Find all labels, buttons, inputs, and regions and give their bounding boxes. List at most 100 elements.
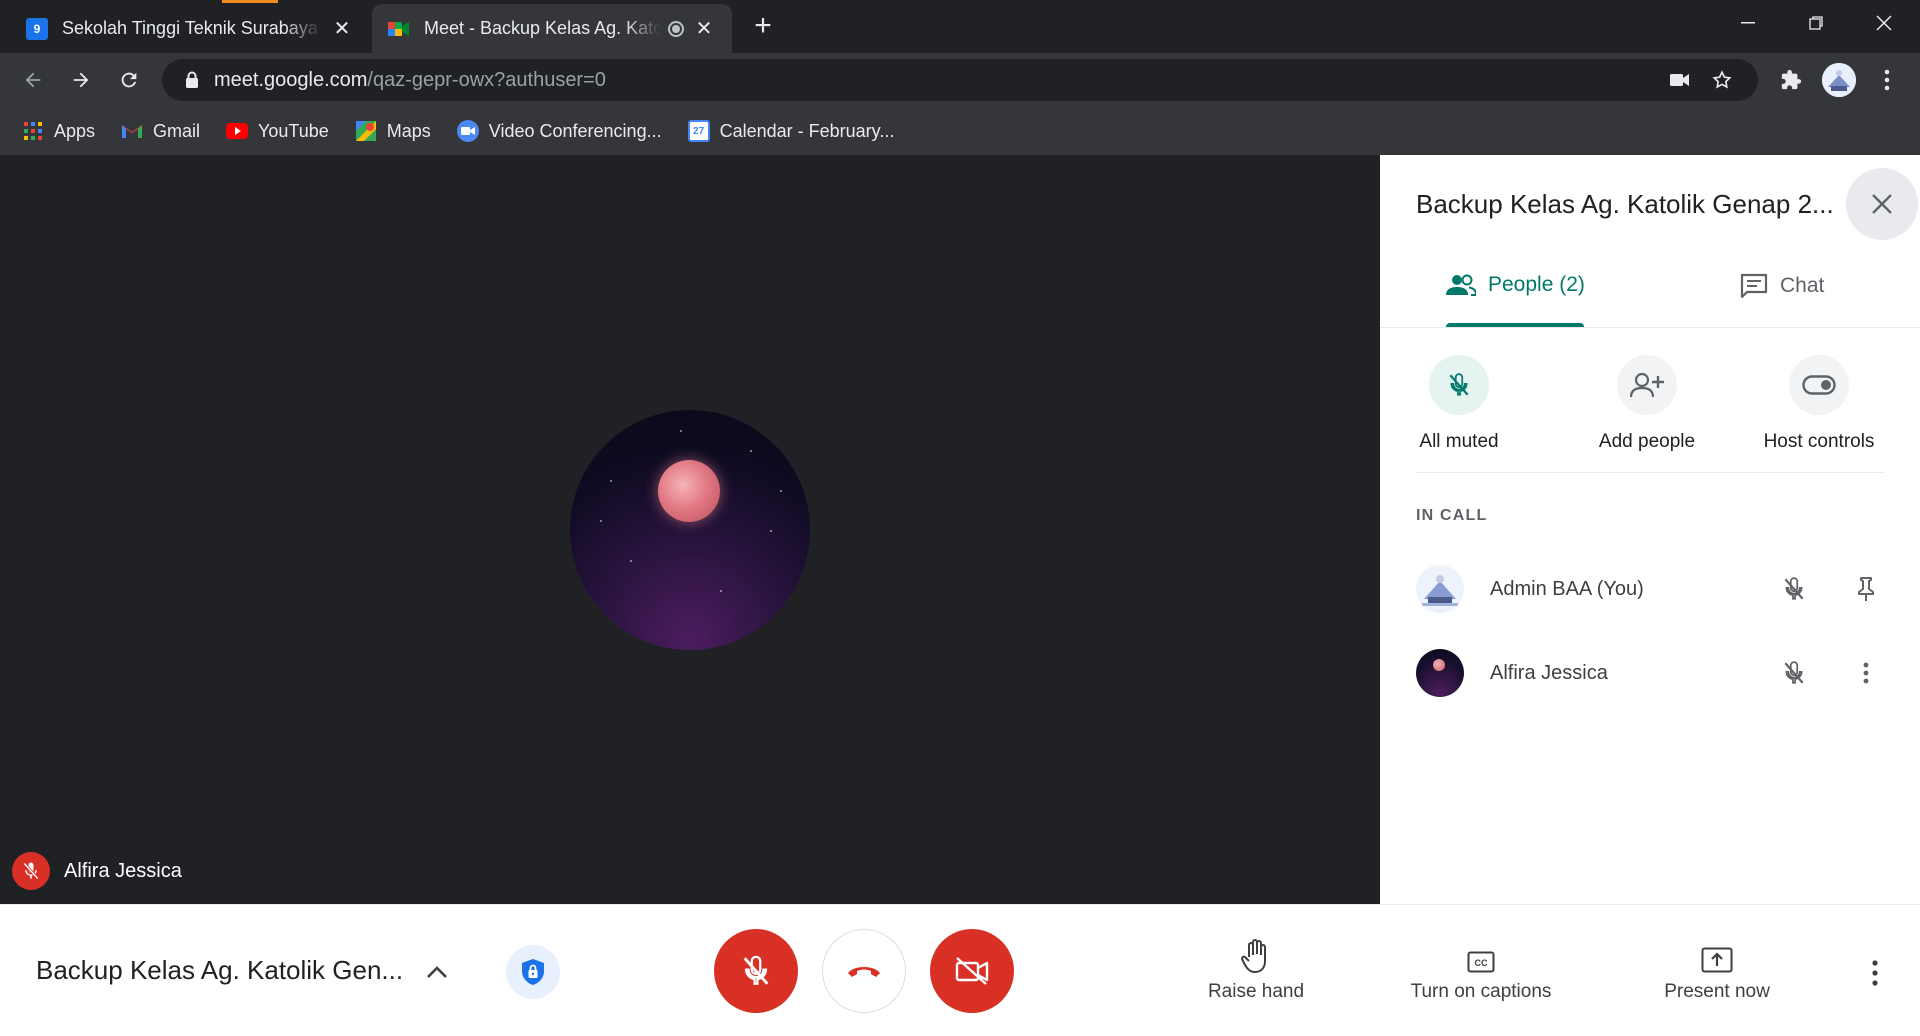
meeting-safety-shield-icon[interactable] [506, 945, 560, 999]
lock-icon[interactable] [180, 68, 204, 92]
address-bar[interactable]: meet.google.com/qaz-gepr-owx?authuser=0 [162, 59, 1758, 101]
more-vert-icon[interactable] [1846, 653, 1886, 693]
calendar-9-icon: 9 [26, 17, 48, 40]
add-people-label: Add people [1598, 431, 1696, 452]
video-stage: Alfira Jessica [0, 155, 1380, 904]
participant-name: Admin BAA (You) [1490, 577, 1644, 600]
extensions-puzzle-icon[interactable] [1776, 65, 1806, 95]
bookmark-star-icon[interactable] [1710, 68, 1734, 92]
close-tab-icon[interactable]: ✕ [330, 17, 354, 41]
hang-up-icon [848, 967, 880, 977]
closed-captions-icon: CC [1396, 937, 1566, 973]
minimize-window-button[interactable] [1728, 8, 1768, 38]
moon-image [658, 460, 720, 522]
people-icon [1446, 274, 1476, 296]
raise-hand-icon [1192, 937, 1320, 973]
bookmark-label: Apps [54, 120, 96, 141]
raise-hand-label: Raise hand [1207, 981, 1305, 1002]
bookmark-gmail[interactable]: Gmail [121, 120, 200, 142]
camera-off-icon [955, 957, 989, 985]
reload-button[interactable] [114, 65, 144, 95]
tab-people-label: People (2) [1488, 273, 1585, 296]
google-meet-icon [388, 18, 410, 40]
chevron-up-icon[interactable] [422, 957, 452, 987]
browser-tab-strip: 9 Sekolah Tinggi Teknik Surabaya - ✕ Mee… [0, 0, 1920, 53]
calendar-icon: 27 [687, 120, 710, 142]
leave-call-button[interactable] [822, 929, 906, 1013]
all-muted-button[interactable]: All muted [1384, 355, 1534, 453]
gmail-icon [121, 120, 143, 142]
people-panel: Backup Kelas Ag. Katolik Genap 2... Peop… [1380, 155, 1920, 904]
present-now-label: Present now [1664, 981, 1770, 1002]
close-icon [1872, 194, 1892, 214]
svg-text:CC: CC [1475, 958, 1488, 968]
participant-row[interactable]: Admin BAA (You) [1416, 564, 1886, 614]
meeting-name[interactable]: Backup Kelas Ag. Katolik Gen... [36, 955, 416, 986]
recording-indicator-icon [668, 20, 684, 37]
captions-button[interactable]: CC Turn on captions [1396, 937, 1566, 1003]
restore-window-button[interactable] [1796, 8, 1836, 38]
bookmark-label: YouTube [258, 120, 329, 141]
host-controls-label: Host controls [1763, 431, 1875, 452]
close-panel-button[interactable] [1846, 168, 1918, 240]
camera-in-use-icon[interactable] [1668, 68, 1692, 92]
browser-menu-icon[interactable] [1872, 65, 1902, 95]
mic-off-icon [1774, 569, 1814, 609]
meeting-controls-bar: Backup Kelas Ag. Katolik Gen... Raise ha… [0, 904, 1920, 1036]
chat-icon [1740, 273, 1768, 299]
present-screen-icon [1642, 937, 1792, 973]
close-tab-icon[interactable]: ✕ [692, 17, 716, 41]
close-window-button[interactable] [1864, 8, 1904, 38]
youtube-icon [226, 120, 249, 142]
raise-hand-button[interactable]: Raise hand [1192, 937, 1320, 1003]
tab-title: Meet - Backup Kelas Ag. Katolik [424, 18, 660, 38]
video-conferencing-icon [456, 120, 479, 142]
mic-off-icon [1429, 355, 1489, 415]
back-button[interactable] [18, 65, 48, 95]
browser-toolbar: meet.google.com/qaz-gepr-owx?authuser=0 [0, 53, 1920, 107]
browser-tab-stts[interactable]: 9 Sekolah Tinggi Teknik Surabaya - ✕ [10, 4, 370, 53]
toggle-microphone-button[interactable] [714, 929, 798, 1013]
profile-avatar[interactable] [1822, 63, 1856, 97]
add-person-icon [1617, 355, 1677, 415]
tab-title: Sekolah Tinggi Teknik Surabaya - [62, 18, 322, 38]
bookmark-video-conferencing[interactable]: Video Conferencing... [456, 120, 662, 142]
bookmark-label: Maps [386, 120, 431, 141]
browser-tab-meet[interactable]: Meet - Backup Kelas Ag. Katolik ✕ [372, 4, 732, 53]
actions-divider [1416, 472, 1884, 473]
avatar [1416, 649, 1464, 697]
tab-people[interactable]: People (2) [1446, 273, 1585, 297]
bookmark-calendar[interactable]: 27 Calendar - February... [687, 120, 894, 142]
more-options-icon[interactable] [1860, 953, 1890, 993]
mic-off-icon [743, 955, 769, 985]
tab-divider [1380, 327, 1920, 328]
host-controls-button[interactable]: Host controls [1744, 355, 1894, 453]
bookmark-label: Video Conferencing... [488, 120, 662, 141]
speaker-name: Alfira Jessica [64, 859, 182, 882]
apps-grid-icon [22, 120, 44, 142]
bookmarks-bar: Apps Gmail YouTube Maps Video Conferenci… [0, 107, 1920, 155]
in-call-heading: IN CALL [1416, 507, 1488, 524]
participant-name: Alfira Jessica [1490, 661, 1608, 684]
tab-chat[interactable]: Chat [1740, 273, 1824, 299]
url-path: /qaz-gepr-owx?authuser=0 [367, 68, 606, 91]
participant-avatar-large [570, 410, 810, 650]
pin-icon[interactable] [1846, 569, 1886, 609]
new-tab-button[interactable]: + [748, 11, 778, 42]
bookmark-maps[interactable]: Maps [355, 120, 431, 142]
bookmark-apps[interactable]: Apps [22, 120, 95, 142]
tab-loading-indicator [222, 0, 278, 3]
panel-title: Backup Kelas Ag. Katolik Genap 2... [1416, 189, 1834, 219]
add-people-button[interactable]: Add people [1572, 355, 1722, 453]
url-host: meet.google.com [214, 68, 368, 91]
avatar [1416, 565, 1464, 613]
toggle-camera-button[interactable] [930, 929, 1014, 1013]
maps-icon [355, 120, 377, 142]
mic-off-icon [12, 852, 50, 890]
url-text: meet.google.com/qaz-gepr-owx?authuser=0 [214, 69, 606, 92]
mic-off-icon [1774, 653, 1814, 693]
bookmark-youtube[interactable]: YouTube [226, 120, 329, 142]
forward-button[interactable] [66, 65, 96, 95]
participant-row[interactable]: Alfira Jessica [1416, 648, 1886, 698]
present-now-button[interactable]: Present now [1642, 937, 1792, 1003]
